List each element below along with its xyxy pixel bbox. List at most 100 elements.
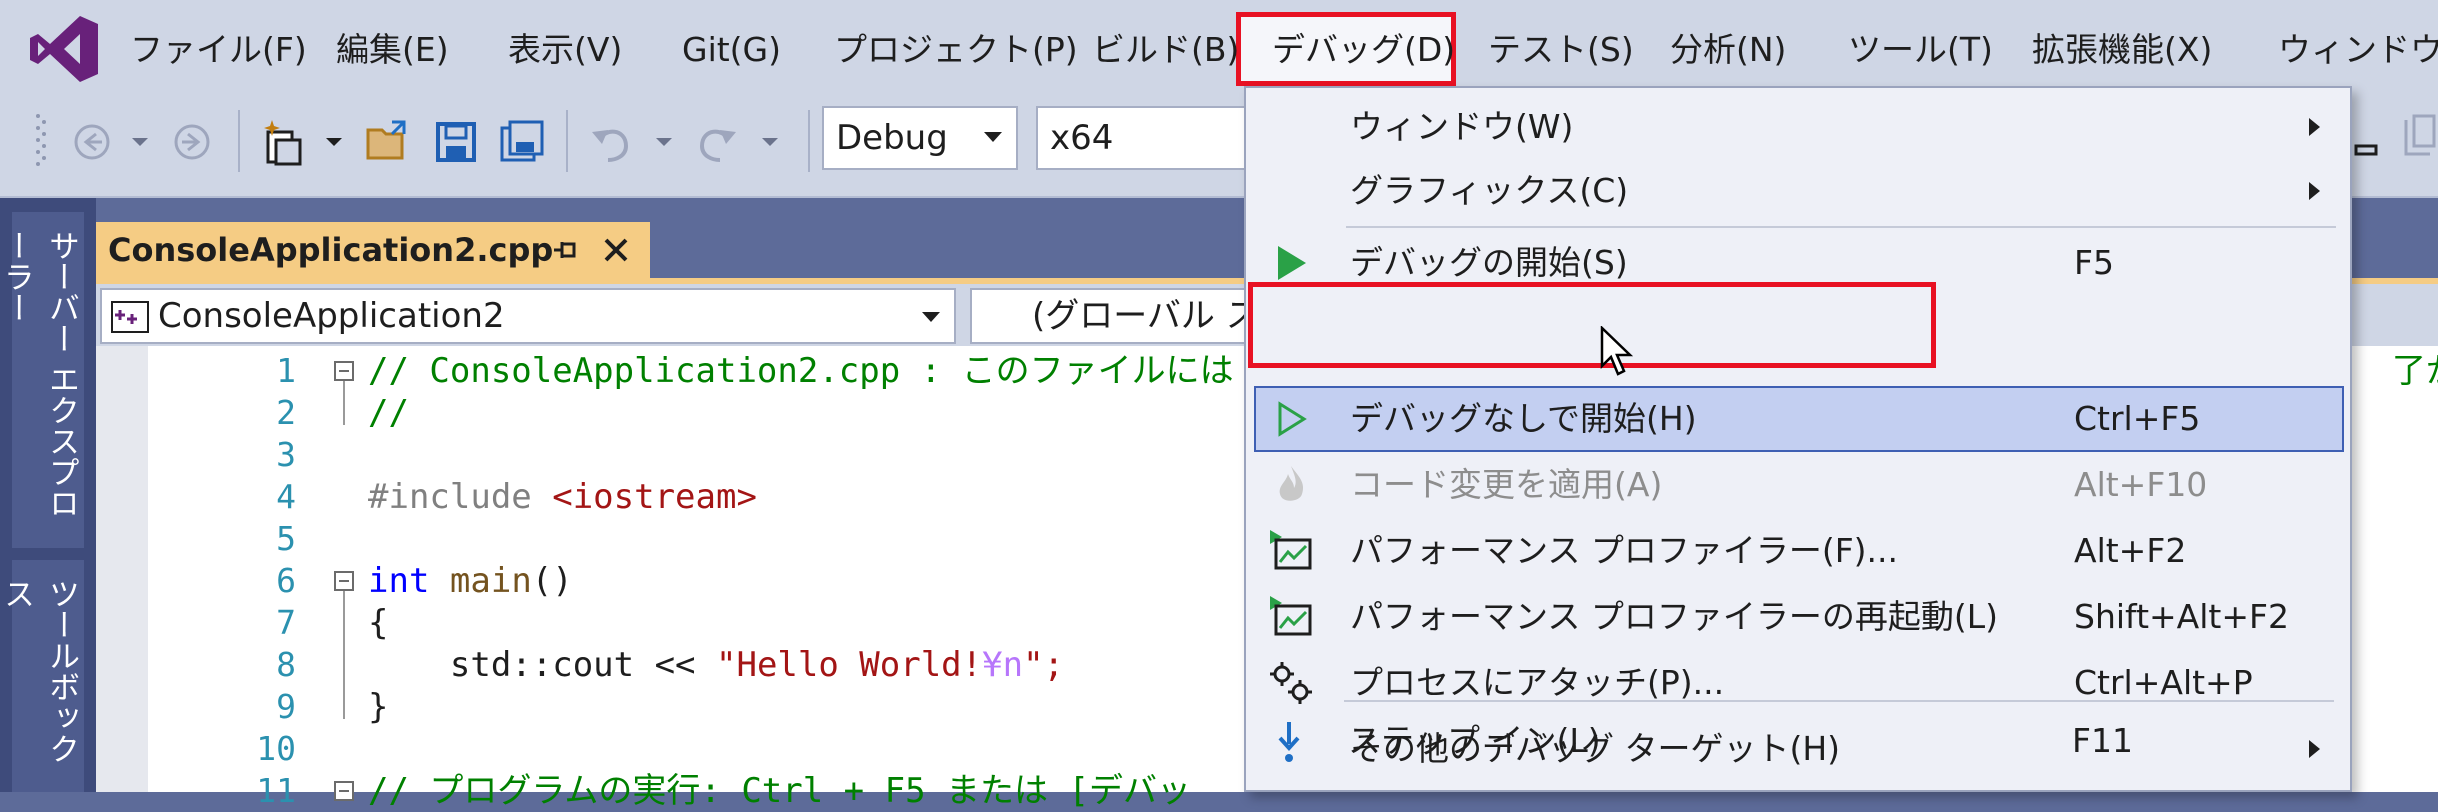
undo-icon[interactable] (586, 116, 638, 168)
menu-separator (1344, 700, 2334, 702)
code-comment: // ConsoleApplication2.cpp : このファイルには (368, 351, 1234, 391)
menu-debug[interactable]: デバッグ(D) (1272, 22, 1455, 78)
menu-item-shortcut: F5 (2074, 243, 2114, 282)
menu-item-apply-code-changes[interactable]: コード変更を適用(A) Alt+F10 (1246, 454, 2350, 516)
menu-item-step-into[interactable]: ステップ イン(L) F11 (1244, 710, 2348, 772)
pin-icon[interactable] (550, 236, 580, 264)
menu-item-start-without-debugging[interactable]: デバッグなしで開始(H) Ctrl+F5 (1246, 388, 2350, 450)
menu-item-relaunch-performance-profiler[interactable]: パフォーマンス プロファイラーの再起動(L) Shift+Alt+F2 (1246, 586, 2350, 648)
submenu-arrow-icon (2309, 118, 2320, 136)
open-folder-icon[interactable] (362, 116, 414, 168)
code-line-2: // (368, 392, 409, 434)
play-icon (1278, 246, 1306, 280)
redo-icon[interactable] (690, 116, 742, 168)
line-number: 2 (276, 393, 296, 432)
toolbar-document-icon[interactable] (2396, 114, 2436, 164)
toolbar-separator (238, 110, 240, 172)
new-project-dropdown-icon[interactable] (320, 116, 348, 168)
menu-item-shortcut: F11 (2072, 721, 2133, 760)
code-line-1-tail: 了が (2392, 350, 2438, 392)
toolbar-separator (566, 110, 568, 172)
solution-platform-select[interactable]: x64 (1036, 106, 1252, 170)
menu-project[interactable]: プロジェクト(P) (834, 22, 1078, 78)
fold-toggle-icon[interactable] (334, 781, 354, 801)
back-dropdown-icon[interactable] (126, 116, 154, 168)
menu-view[interactable]: 表示(V) (508, 22, 622, 78)
menu-item-shortcut: Ctrl+F5 (2074, 399, 2201, 438)
line-number: 6 (276, 561, 296, 600)
code-statement: std::cout << (368, 645, 716, 685)
code-line-11: // プログラムの実行: Ctrl + F5 または [デバッ (368, 770, 1191, 812)
side-tool-tabs: サーバー エクスプローラー ツールボックス (0, 198, 96, 792)
code-line-4: #include <iostream> (368, 476, 757, 518)
line-number: 9 (276, 687, 296, 726)
menu-item-shortcut: Ctrl+Alt+P (2074, 663, 2253, 702)
toolbar-misc-icon[interactable] (2354, 124, 2384, 164)
code-preprocessor: #include (368, 477, 553, 517)
menu-item-windows[interactable]: ウィンドウ(W) (1246, 96, 2350, 158)
performance-profiler-relaunch-icon (1270, 596, 1312, 636)
save-icon[interactable] (430, 116, 482, 168)
chevron-down-icon (984, 132, 1002, 142)
code-line-1: // ConsoleApplication2.cpp : このファイルには (368, 350, 1234, 392)
code-line-8: std::cout << "Hello World!¥n"; (368, 644, 1064, 686)
line-number: 11 (256, 771, 296, 810)
menu-test[interactable]: テスト(S) (1488, 22, 1634, 78)
line-number: 7 (276, 603, 296, 642)
play-outline-icon (1278, 401, 1307, 437)
menu-item-graphics[interactable]: グラフィックス(C) (1246, 160, 2350, 222)
line-number: 1 (276, 351, 296, 390)
menu-build[interactable]: ビルド(B) (1092, 22, 1239, 78)
code-string-end: "; (1023, 645, 1065, 685)
menu-item-label: グラフィックス(C) (1350, 171, 1629, 210)
menu-item-performance-profiler[interactable]: パフォーマンス プロファイラー(F)... Alt+F2 (1246, 520, 2350, 582)
code-line-9: } (368, 687, 389, 727)
menu-window[interactable]: ウィンドウ(W) (2278, 22, 2438, 78)
menu-item-attach-to-process[interactable]: プロセスにアタッチ(P)... Ctrl+Alt+P (1246, 652, 2350, 714)
editor-margin (96, 346, 148, 792)
submenu-arrow-icon (2309, 182, 2320, 200)
toolbar-grip-icon (36, 114, 46, 166)
new-project-icon[interactable] (258, 116, 310, 168)
project-select[interactable]: ConsoleApplication2 (100, 288, 956, 344)
menu-analyze[interactable]: 分析(N) (1670, 22, 1786, 78)
solution-configuration-select[interactable]: Debug (822, 106, 1018, 170)
navigate-back-icon[interactable] (66, 116, 118, 168)
tab-toolbox[interactable]: ツールボックス (0, 560, 84, 792)
menu-separator (1346, 226, 2336, 228)
save-all-icon[interactable] (496, 116, 548, 168)
menu-git[interactable]: Git(G) (682, 22, 781, 78)
navigate-forward-icon[interactable] (166, 116, 218, 168)
menu-item-label: デバッグなしで開始(H) (1350, 399, 1697, 438)
code-function-name: main (449, 561, 532, 601)
tab-server-explorer[interactable]: サーバー エクスプローラー (0, 212, 84, 548)
undo-dropdown-icon[interactable] (650, 116, 678, 168)
fold-guide (343, 381, 345, 425)
fold-toggle-icon[interactable] (334, 361, 354, 381)
line-number: 10 (256, 729, 296, 768)
redo-dropdown-icon[interactable] (756, 116, 784, 168)
line-number: 8 (276, 645, 296, 684)
solution-configuration-value: Debug (836, 118, 948, 158)
menu-file[interactable]: ファイル(F) (130, 22, 307, 78)
mouse-cursor-icon (1600, 326, 1634, 376)
menu-item-shortcut: Shift+Alt+F2 (2074, 597, 2289, 636)
project-select-value: ConsoleApplication2 (158, 296, 505, 336)
menu-extensions[interactable]: 拡張機能(X) (2032, 22, 2212, 78)
line-number: 3 (276, 435, 296, 474)
close-icon[interactable] (600, 234, 632, 266)
menu-edit[interactable]: 編集(E) (336, 22, 449, 78)
fold-toggle-icon[interactable] (334, 571, 354, 591)
code-escape: ¥n (982, 645, 1024, 685)
menu-item-callout-highlight (1248, 282, 1936, 368)
code-keyword: int (368, 561, 430, 601)
tab-toolbox-label: ツールボックス (0, 578, 79, 764)
menu-tools[interactable]: ツール(T) (1848, 22, 1993, 78)
toolbar-separator (808, 110, 810, 172)
code-string: "Hello World! (716, 645, 983, 685)
document-tab[interactable]: ConsoleApplication2.cpp (96, 222, 650, 278)
code-punctuation: () (531, 561, 573, 601)
visual-studio-logo-icon (30, 16, 98, 82)
menu-item-label: ステップ イン(L) (1348, 721, 1601, 760)
menu-item-shortcut: Alt+F2 (2074, 531, 2187, 570)
